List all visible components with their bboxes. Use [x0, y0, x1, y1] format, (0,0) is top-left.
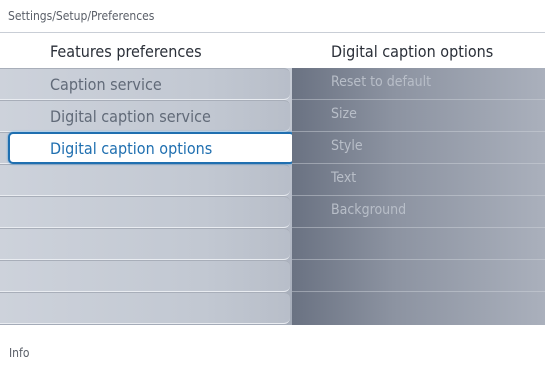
menu-item-caption-service[interactable]: Caption service [0, 68, 290, 100]
submenu-item-label: Size [331, 106, 357, 122]
breadcrumb: Settings/Setup/Preferences [0, 0, 545, 32]
column-headers: Features preferences Digital caption opt… [0, 32, 545, 68]
info-panel: Info [0, 325, 545, 385]
menu-item-label: Caption service [50, 75, 162, 94]
menu-item-empty-8[interactable] [0, 292, 290, 324]
right-column-title: Digital caption options [331, 42, 494, 61]
menu-item-digital-caption-service[interactable]: Digital caption service [0, 100, 290, 132]
submenu-item-style[interactable]: Style [292, 132, 545, 164]
submenu-item-background[interactable]: Background [292, 196, 545, 228]
menu-item-empty-5[interactable] [0, 196, 290, 228]
submenu-item-label: Text [331, 170, 357, 186]
menu-item-label: Digital caption service [50, 107, 211, 126]
menu-item-empty-4[interactable] [0, 164, 290, 196]
menu-item-empty-6[interactable] [0, 228, 290, 260]
selected-item-label: Digital caption options [50, 139, 213, 158]
submenu-item-label: Reset to default [331, 74, 432, 90]
submenu-item-reset-to-default[interactable]: Reset to default [292, 68, 545, 100]
submenu-item-empty-6[interactable] [292, 228, 545, 260]
submenu-item-size[interactable]: Size [292, 100, 545, 132]
submenu-item-empty-8[interactable] [292, 292, 545, 324]
submenu-item-label: Style [331, 138, 363, 154]
menu-item-digital-caption-options[interactable]: Digital caption options [8, 132, 295, 164]
submenu-item-empty-7[interactable] [292, 260, 545, 292]
submenu-panel: Reset to default Size Style Text Backgro… [292, 68, 545, 325]
info-label: Info [9, 346, 30, 360]
submenu-item-text[interactable]: Text [292, 164, 545, 196]
menu-item-empty-7[interactable] [0, 260, 290, 292]
left-menu-panel: Caption service Digital caption service [0, 68, 292, 325]
submenu-item-label: Background [331, 202, 407, 218]
left-column-title: Features preferences [50, 42, 202, 61]
